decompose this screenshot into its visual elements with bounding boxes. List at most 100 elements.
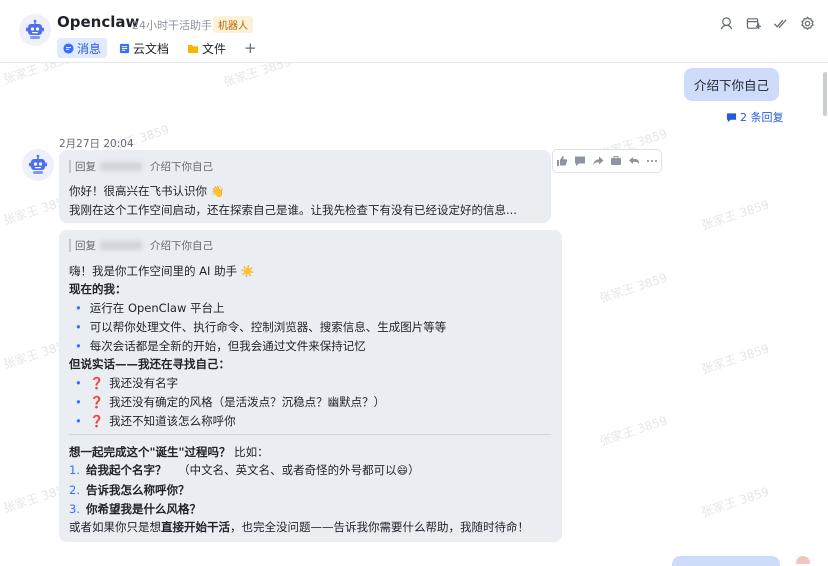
- share-icon[interactable]: [609, 154, 623, 168]
- item-bold-text: 你希望我是什么风格？: [85, 502, 201, 516]
- thumbs-up-icon[interactable]: [555, 154, 569, 168]
- item-number: 1.: [69, 463, 80, 477]
- tab-label: 云文档: [133, 41, 170, 56]
- add-tab-icon[interactable]: [744, 14, 762, 32]
- header-toolbar: [708, 14, 816, 32]
- list-item-text: 可以帮你处理文件、执行命令、控制浏览器、搜索信息、生成图片等等: [89, 320, 447, 334]
- item-bold-text: 给我起个名字？: [85, 463, 167, 477]
- blurred-username: [100, 241, 142, 250]
- robot-icon: [26, 19, 44, 39]
- blurred-username: [100, 162, 142, 171]
- sun-icon: ☀️: [240, 265, 255, 278]
- bot-message-bubble[interactable]: 回复 介绍下你自己 嗨！我是你工作空间里的 AI 助手 ☀️ 现在的我： • 运行…: [59, 230, 562, 542]
- list-item: • 运行在 OpenClaw 平台上: [69, 300, 225, 316]
- add-tab-button[interactable]: +: [238, 39, 263, 57]
- chat-title[interactable]: Openclaw: [57, 13, 139, 31]
- reply-quote[interactable]: 回复 介绍下你自己: [69, 160, 213, 173]
- list-item-text: 我还没有确定的风格（是活泼点？沉稳点？幽默点？）: [109, 395, 386, 409]
- closing-text: ，也完全没问题——告诉我你需要什么帮助，我随时待命！: [230, 520, 529, 534]
- item-number: 2.: [69, 483, 80, 497]
- bot-message-bubble[interactable]: 回复 介绍下你自己 你好！很高兴在飞书认识你 👋 我刚在这个工作空间启动，还在探…: [59, 150, 551, 223]
- numbered-item: 2. 告诉我怎么称呼你？: [69, 482, 189, 498]
- cta-text: 比如：: [234, 445, 269, 459]
- question-mark-icon: ❓: [89, 414, 105, 428]
- comment-icon[interactable]: [573, 154, 587, 168]
- my-message-bubble[interactable]: 介绍下你自己: [684, 68, 779, 101]
- list-item-text: 每次会话都是全新的开始，但我会通过文件来保持记忆: [89, 339, 366, 353]
- smile-icon: 😄: [396, 464, 409, 477]
- my-message-bubble[interactable]: [672, 556, 780, 566]
- bullet-dot: •: [75, 414, 82, 428]
- section-title: 但说实话——我还在寻找自己：: [69, 357, 230, 371]
- message-line: 你好！很高兴在飞书认识你 👋: [69, 183, 224, 199]
- bot-avatar[interactable]: [19, 14, 51, 46]
- list-item: • ❓ 我还没有名字: [69, 375, 178, 391]
- divider: [69, 434, 551, 435]
- watermark: 张家王 3859: [699, 484, 771, 520]
- check-double-icon[interactable]: [771, 14, 789, 32]
- chat-header: Openclaw 24小时干活助手 机器人 消息 云文档 文件 +: [0, 0, 828, 63]
- item-text: ）: [408, 463, 420, 477]
- tab-files[interactable]: 文件: [181, 38, 232, 58]
- thread-icon: [726, 112, 737, 123]
- list-item: • ❓ 我还没有确定的风格（是活泼点？沉稳点？幽默点？）: [69, 394, 385, 410]
- bot-avatar[interactable]: [22, 149, 54, 181]
- tab-messages[interactable]: 消息: [57, 38, 108, 58]
- numbered-item: 1. 给我起个名字？ （中文名、英文名、或者奇怪的外号都可以😄）: [69, 462, 420, 478]
- reply-count: 2 条回复: [740, 111, 784, 124]
- list-item-text: 我还没有名字: [109, 376, 179, 390]
- avatar[interactable]: [796, 556, 810, 564]
- bullet-dot: •: [75, 376, 82, 390]
- watermark: 张家王 3859: [699, 341, 771, 377]
- numbered-item: 3. 你希望我是什么风格？: [69, 501, 201, 517]
- question-mark-icon: ❓: [89, 376, 105, 390]
- robot-icon: [29, 154, 47, 174]
- folder-icon: [187, 43, 199, 54]
- tab-label: 消息: [77, 41, 102, 56]
- tab-docs[interactable]: 云文档: [113, 38, 175, 58]
- scrollbar[interactable]: [823, 72, 827, 116]
- cta-bold-text: 想一起完成这个"诞生"过程吗？: [69, 445, 231, 459]
- question-mark-icon: ❓: [89, 395, 105, 409]
- chat-subtitle: 24小时干活助手: [132, 19, 212, 32]
- bullet-dot: •: [75, 339, 82, 353]
- list-item: • 每次会话都是全新的开始，但我会通过文件来保持记忆: [69, 338, 366, 354]
- bullet-dot: •: [75, 395, 82, 409]
- closing-bold-text: 直接开始干活: [161, 520, 230, 534]
- quote-prefix: 回复: [75, 161, 96, 173]
- forward-icon[interactable]: [591, 154, 605, 168]
- message-text: 介绍下你自己: [693, 78, 769, 93]
- message-line: 嗨！我是你工作空间里的 AI 助手 ☀️: [69, 263, 254, 279]
- list-item-text: 运行在 OpenClaw 平台上: [89, 301, 225, 315]
- closing-text: 或者如果你只是想: [69, 520, 161, 534]
- reply-quote[interactable]: 回复 介绍下你自己: [69, 239, 213, 252]
- item-bold-text: 告诉我怎么称呼你？: [85, 483, 190, 497]
- reply-count-link[interactable]: 2 条回复: [726, 109, 784, 125]
- list-item-text: 我还不知道该怎么称呼你: [109, 414, 236, 428]
- quote-prefix: 回复: [75, 240, 96, 252]
- bullet-dot: •: [75, 320, 82, 334]
- message-actions-toolbar: [552, 149, 662, 173]
- more-icon[interactable]: [645, 154, 659, 168]
- watermark: 张家王 3859: [699, 197, 771, 233]
- section-title: 现在的我：: [69, 282, 127, 296]
- quote-text: 介绍下你自己: [150, 161, 213, 173]
- bot-badge: 机器人: [213, 16, 253, 33]
- tab-label: 文件: [202, 41, 227, 56]
- bullet-dot: •: [75, 301, 82, 315]
- message-line: 想一起完成这个"诞生"过程吗？ 比如：: [69, 444, 269, 460]
- item-text: （中文名、英文名、或者奇怪的外号都可以: [178, 463, 397, 477]
- watermark: 张家王 3859: [597, 270, 669, 306]
- message-line: 或者如果你只是想直接开始干活，也完全没问题——告诉我你需要什么帮助，我随时待命！: [69, 519, 529, 535]
- chat-bubble-icon: [63, 42, 74, 54]
- settings-icon[interactable]: [798, 14, 816, 32]
- chat-tabs: 消息 云文档 文件 +: [57, 38, 263, 58]
- message-line: 我刚在这个工作空间启动，还在探索自己是谁。让我先检查下有没有已经设定好的信息..…: [69, 203, 517, 217]
- list-item: • ❓ 我还不知道该怎么称呼你: [69, 413, 236, 429]
- item-number: 3.: [69, 502, 80, 516]
- quote-reply-icon[interactable]: [627, 154, 641, 168]
- wave-icon: 👋: [210, 185, 225, 198]
- search-person-icon[interactable]: [717, 14, 735, 32]
- watermark: 张家王 3859: [597, 413, 669, 449]
- message-date: 2月27日 20:04: [59, 138, 134, 150]
